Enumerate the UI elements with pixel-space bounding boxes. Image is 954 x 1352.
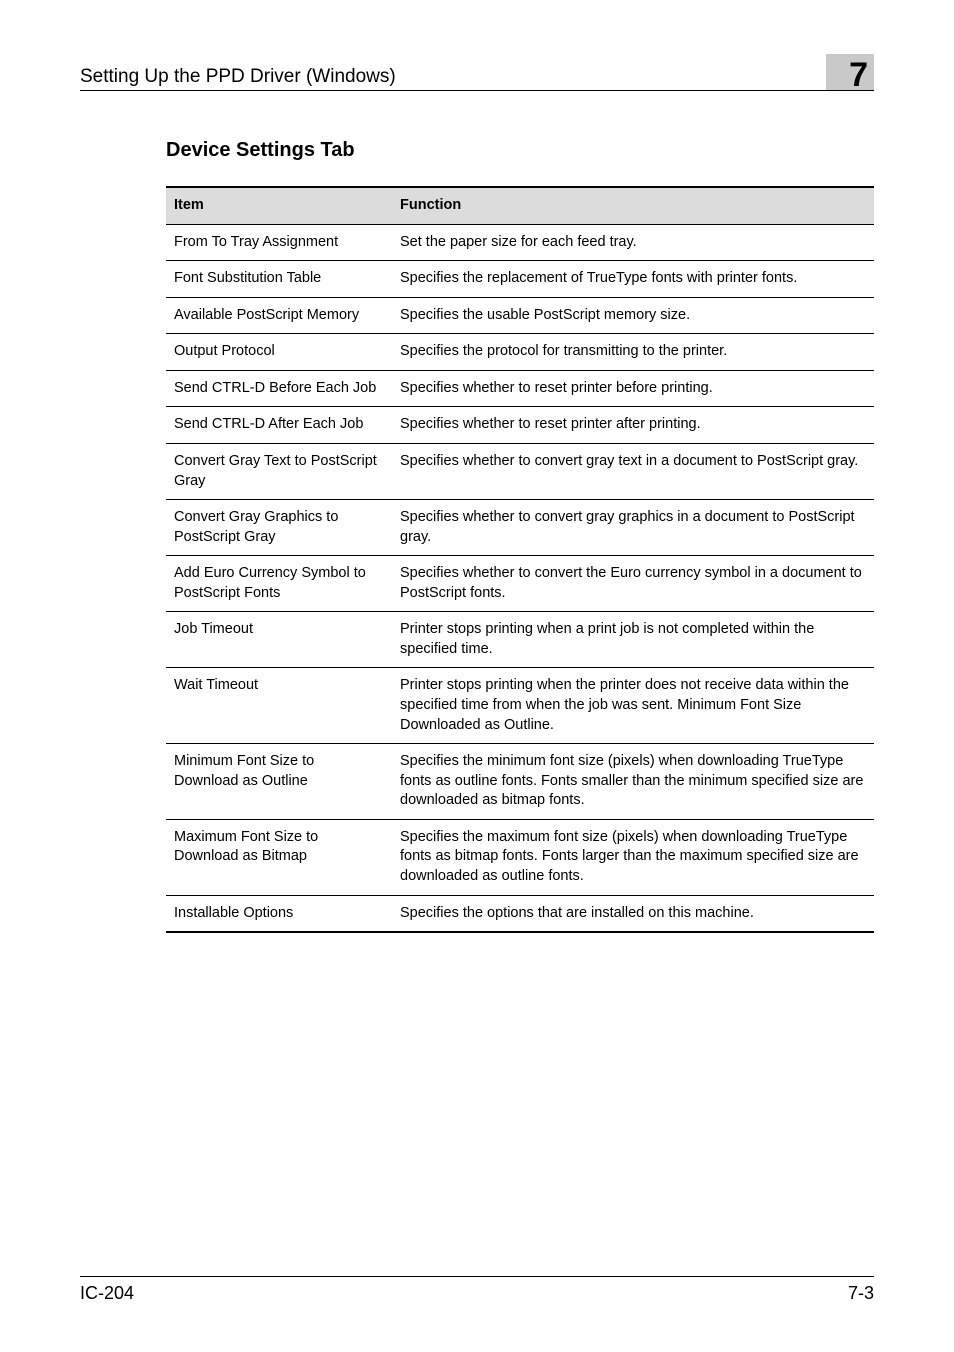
footer-right: 7-3 [848, 1283, 874, 1304]
table-row: Minimum Font Size to Download as Outline… [166, 744, 874, 820]
table-row: Add Euro Currency Symbol to PostScript F… [166, 556, 874, 612]
table-row: Output Protocol Specifies the protocol f… [166, 334, 874, 371]
chapter-number: 7 [849, 58, 868, 92]
table-row: Convert Gray Text to PostScript Gray Spe… [166, 443, 874, 499]
table-row: Installable Options Specifies the option… [166, 895, 874, 932]
table-row: From To Tray Assignment Set the paper si… [166, 224, 874, 261]
table-cell-item: Output Protocol [166, 334, 392, 371]
chapter-indicator: 7 [814, 54, 874, 90]
table-cell-function: Specifies the replacement of TrueType fo… [392, 261, 874, 298]
table-cell-function: Specifies the minimum font size (pixels)… [392, 744, 874, 820]
table-cell-item: Installable Options [166, 895, 392, 932]
table-row: Send CTRL-D After Each Job Specifies whe… [166, 407, 874, 444]
table-cell-item: Maximum Font Size to Download as Bitmap [166, 819, 392, 895]
table-row: Font Substitution Table Specifies the re… [166, 261, 874, 298]
device-settings-table: Item Function From To Tray Assignment Se… [166, 186, 874, 933]
table-cell-item: From To Tray Assignment [166, 224, 392, 261]
table-cell-item: Add Euro Currency Symbol to PostScript F… [166, 556, 392, 612]
table-header-function: Function [392, 187, 874, 224]
table-cell-function: Printer stops printing when a print job … [392, 612, 874, 668]
table-row: Wait Timeout Printer stops printing when… [166, 668, 874, 744]
footer-left: IC-204 [80, 1283, 134, 1304]
header-title: Setting Up the PPD Driver (Windows) [80, 66, 396, 88]
page-footer: IC-204 7-3 [80, 1276, 874, 1304]
table-row: Convert Gray Graphics to PostScript Gray… [166, 500, 874, 556]
table-cell-item: Send CTRL-D After Each Job [166, 407, 392, 444]
table-cell-function: Specifies whether to reset printer after… [392, 407, 874, 444]
table-cell-item: Convert Gray Text to PostScript Gray [166, 443, 392, 499]
table-row: Maximum Font Size to Download as Bitmap … [166, 819, 874, 895]
table-cell-item: Send CTRL-D Before Each Job [166, 370, 392, 407]
table-cell-function: Set the paper size for each feed tray. [392, 224, 874, 261]
section-title: Device Settings Tab [166, 139, 874, 162]
table-cell-function: Specifies the protocol for transmitting … [392, 334, 874, 371]
table-cell-item: Wait Timeout [166, 668, 392, 744]
table-header-item: Item [166, 187, 392, 224]
table-cell-function: Specifies whether to convert gray graphi… [392, 500, 874, 556]
table-cell-function: Specifies whether to convert the Euro cu… [392, 556, 874, 612]
page-header: Setting Up the PPD Driver (Windows) 7 [80, 54, 874, 91]
table-cell-function: Specifies whether to convert gray text i… [392, 443, 874, 499]
table-cell-function: Specifies the options that are installed… [392, 895, 874, 932]
table-cell-function: Specifies the usable PostScript memory s… [392, 297, 874, 334]
table-cell-item: Minimum Font Size to Download as Outline [166, 744, 392, 820]
table-cell-item: Convert Gray Graphics to PostScript Gray [166, 500, 392, 556]
table-cell-item: Job Timeout [166, 612, 392, 668]
table-cell-item: Font Substitution Table [166, 261, 392, 298]
table-cell-function: Specifies the maximum font size (pixels)… [392, 819, 874, 895]
table-cell-item: Available PostScript Memory [166, 297, 392, 334]
table-row: Job Timeout Printer stops printing when … [166, 612, 874, 668]
table-cell-function: Specifies whether to reset printer befor… [392, 370, 874, 407]
table-row: Send CTRL-D Before Each Job Specifies wh… [166, 370, 874, 407]
table-row: Available PostScript Memory Specifies th… [166, 297, 874, 334]
table-cell-function: Printer stops printing when the printer … [392, 668, 874, 744]
